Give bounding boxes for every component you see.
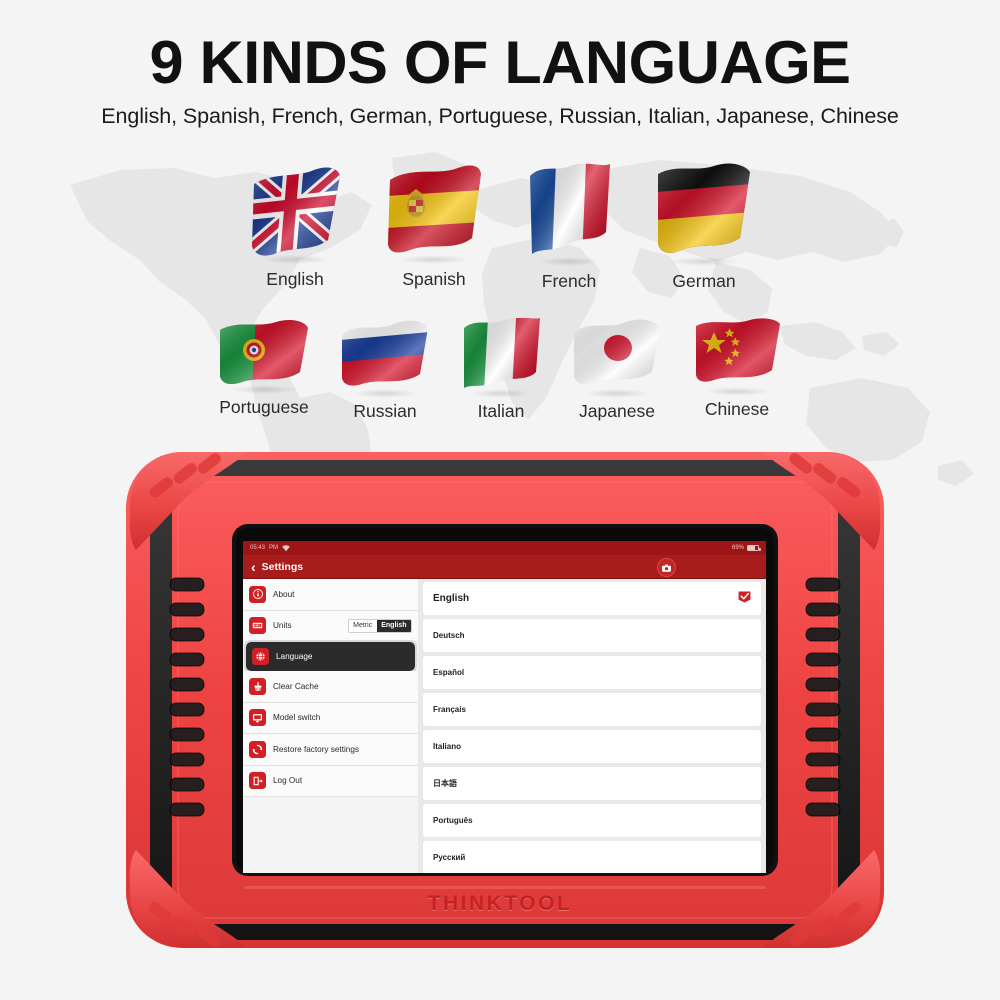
flag-italy-icon [460, 318, 542, 398]
flag-shadow [229, 385, 299, 394]
language-option-deutsch[interactable]: Deutsch [423, 619, 761, 652]
sidebar-item-model-switch[interactable]: Model switch [243, 702, 418, 734]
status-time: 05:43 [250, 545, 266, 551]
language-name: Italiano [433, 742, 462, 751]
language-name: Português [433, 816, 473, 825]
flag-spain-icon [386, 162, 482, 264]
flag-label: Chinese [704, 399, 770, 419]
sidebar-item-label: Clear Cache [273, 681, 319, 691]
page-title: 9 KINDS OF LANGUAGE [149, 29, 851, 96]
settings-sidebar: About Units Metric English Language Clea… [243, 579, 418, 873]
screen-title: Settings [261, 560, 304, 573]
flag-shadow [537, 257, 601, 266]
language-option-portugues[interactable]: Português [423, 804, 761, 837]
language-name: 日本語 [433, 779, 457, 788]
sidebar-item-label: About [273, 589, 295, 599]
language-option-francais[interactable]: Français [423, 693, 761, 726]
sidebar-item-language[interactable]: Language [244, 640, 417, 673]
status-bar: 05:43 PM 69% [243, 541, 766, 555]
language-option-english[interactable]: English [423, 582, 761, 615]
language-name: English [433, 593, 470, 604]
language-option-espanol[interactable]: Español [423, 656, 761, 689]
flag-shadow [351, 389, 419, 398]
monitor-icon [249, 709, 266, 727]
flag-label: Portuguese [219, 397, 309, 417]
flag-label: English [266, 269, 324, 289]
flag-item-spanish: Spanish [386, 162, 482, 292]
flag-row-top: English Spanish French German [0, 162, 1000, 292]
sidebar-item-label: Language [276, 652, 313, 661]
sidebar-item-label: Model switch [273, 713, 321, 723]
flag-japan-icon [572, 318, 662, 398]
flag-uk-icon [248, 162, 342, 264]
sidebar-item-clear-cache[interactable]: Clear Cache [243, 671, 418, 703]
flag-china-icon [692, 318, 782, 396]
flag-label: French [541, 271, 597, 291]
globe-icon [252, 648, 269, 665]
flag-item-italian: Italian [460, 318, 542, 422]
language-option-russian[interactable]: Русский [423, 841, 761, 873]
flag-france-icon [526, 162, 612, 266]
gauge-icon [249, 617, 266, 635]
page-subtitle: English, Spanish, French, German, Portug… [101, 104, 899, 128]
flag-item-german: German [656, 162, 752, 292]
units-toggle[interactable]: Metric English [347, 618, 412, 633]
flag-label: Japanese [579, 401, 655, 421]
flag-item-japanese: Japanese [572, 318, 662, 422]
checkbox-checked-icon[interactable] [738, 590, 751, 608]
language-name: Deutsch [433, 631, 465, 640]
logout-icon [249, 772, 266, 790]
device-brand-logo: THINKTOOL [427, 892, 573, 915]
flag-shadow [668, 257, 740, 266]
broom-icon [249, 677, 266, 695]
status-meridiem: PM [269, 545, 279, 551]
sidebar-item-about[interactable]: About [243, 579, 418, 611]
language-list: English Deutsch Español Français Italian… [418, 579, 766, 873]
flag-label: Italian [477, 401, 525, 421]
flag-germany-icon [656, 162, 752, 266]
language-name: Русский [433, 853, 466, 862]
battery-icon [747, 545, 761, 551]
sidebar-item-restore-factory[interactable]: Restore factory settings [243, 734, 418, 766]
sidebar-item-label: Restore factory settings [273, 744, 360, 754]
sidebar-item-log-out[interactable]: Log Out [243, 765, 418, 797]
sidebar-item-label: Log Out [273, 776, 303, 786]
tablet-screen: 05:43 PM 69% ‹ Settings About Units Metr… [243, 541, 766, 873]
flag-shadow [398, 255, 470, 264]
sidebar-item-units[interactable]: Units Metric English [243, 610, 418, 642]
flag-portugal-icon [218, 318, 310, 394]
flag-label: Spanish [402, 269, 466, 289]
language-name: Français [433, 705, 466, 714]
flag-item-chinese: Chinese [692, 318, 782, 422]
language-name: Español [433, 668, 465, 677]
flag-shadow [703, 387, 771, 396]
flag-item-russian: Russian [340, 318, 430, 422]
battery-percent: 69% [731, 545, 744, 551]
flag-row-bottom: Portuguese Russian Italian Japanese Chin… [0, 318, 1000, 422]
flag-label: Russian [353, 401, 417, 421]
app-top-bar: ‹ Settings [243, 555, 766, 579]
status-bar-right: 69% [731, 545, 761, 551]
language-option-japanese[interactable]: 日本語 [423, 767, 761, 800]
units-option-english[interactable]: English [376, 619, 411, 632]
flag-shadow [260, 255, 330, 264]
info-icon [249, 585, 266, 603]
status-bar-left: 05:43 PM [250, 544, 290, 552]
units-option-metric[interactable]: Metric [349, 620, 377, 632]
camera-icon[interactable] [656, 558, 676, 577]
flag-item-english: English [248, 162, 342, 292]
flag-label: German [672, 271, 736, 291]
flag-russia-icon [340, 318, 430, 398]
flag-item-french: French [526, 162, 612, 292]
wifi-icon [282, 544, 290, 551]
settings-body: About Units Metric English Language Clea… [243, 579, 766, 873]
back-chevron-icon[interactable]: ‹ [251, 560, 256, 574]
language-option-italiano[interactable]: Italiano [423, 730, 761, 763]
flag-item-portuguese: Portuguese [218, 318, 310, 422]
flag-shadow [470, 389, 532, 398]
flag-shadow [583, 389, 651, 398]
sidebar-item-label: Units [273, 621, 292, 631]
refresh-icon [249, 740, 266, 758]
